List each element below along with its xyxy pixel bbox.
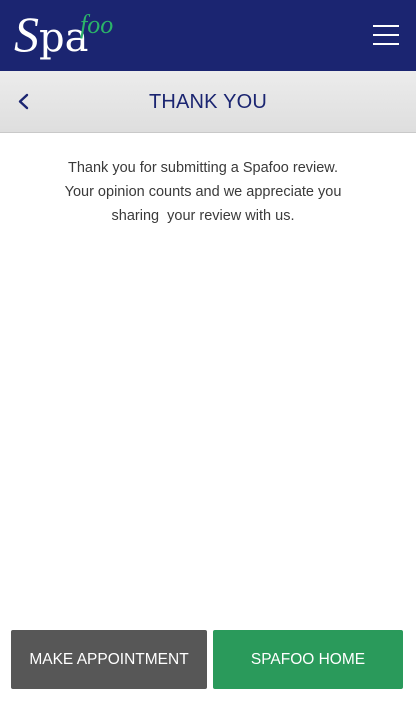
spafoo-home-button[interactable]: SPAFOO HOME (213, 630, 403, 689)
hamburger-icon-bar-middle (373, 34, 399, 36)
message-line-1: Thank you for submitting a Spafoo review… (67, 160, 338, 176)
page-title: THANK YOU (148, 91, 268, 113)
hamburger-icon-bar-bottom (373, 43, 399, 45)
title-bar: THANK YOU (0, 71, 416, 133)
hamburger-menu-button[interactable] (373, 25, 399, 45)
top-navigation-bar: Spa foo (0, 0, 416, 71)
logo-initial-letter: S (14, 6, 39, 62)
logo-foo-text: foo (80, 10, 114, 39)
hamburger-icon-bar-top (373, 25, 399, 27)
spafoo-logo[interactable]: Spa foo (14, 8, 114, 64)
thank-you-page: Spa foo THANK YOU Thank you for submitti… (0, 0, 416, 701)
logo-spa-text: Spa (14, 9, 88, 62)
message-line-3: sharing your review with us. (111, 208, 295, 224)
thank-you-message: Thank you for submitting a Spafoo review… (40, 156, 366, 228)
make-appointment-button[interactable]: MAKE APPOINTMENT (11, 630, 207, 689)
message-line-2: Your opinion counts and we appreciate yo… (64, 184, 342, 200)
